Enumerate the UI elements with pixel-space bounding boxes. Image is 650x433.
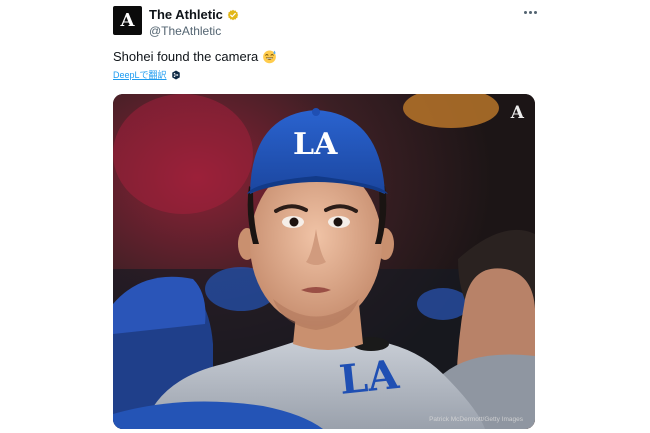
photo-illustration: LA LA	[113, 94, 535, 429]
cap-logo: LA	[293, 127, 338, 162]
more-dot-icon	[528, 10, 532, 14]
author-display-name[interactable]: The Athletic	[149, 7, 223, 22]
deepl-icon	[171, 70, 180, 79]
avatar[interactable]: A	[113, 6, 142, 35]
photo-credit: Patrick McDermott/Getty Images	[429, 416, 523, 423]
verified-badge-icon	[227, 9, 239, 20]
grinning-sweat-emoji-icon	[263, 50, 277, 64]
avatar-logo: A	[120, 9, 135, 31]
more-dot-icon	[533, 10, 537, 14]
translate-link[interactable]: DeepLで翻訳	[113, 68, 181, 81]
tweet-photo[interactable]: LA LA A Patrick McDermott/Getty Images	[113, 94, 535, 429]
tweet-card: A The Athletic @TheAthletic Shohei found…	[0, 0, 650, 433]
tweet-text: Shohei found the camera	[113, 49, 277, 64]
watermark-logo: A	[510, 103, 524, 123]
more-options-button[interactable]	[519, 4, 541, 20]
tweet-text-content: Shohei found the camera	[113, 49, 259, 64]
jersey-logo: LA	[337, 351, 402, 404]
author-handle[interactable]: @TheAthletic	[149, 24, 239, 38]
more-dot-icon	[523, 10, 527, 14]
translate-label: DeepLで翻訳	[113, 70, 167, 80]
author-block: The Athletic @TheAthletic	[149, 7, 239, 38]
